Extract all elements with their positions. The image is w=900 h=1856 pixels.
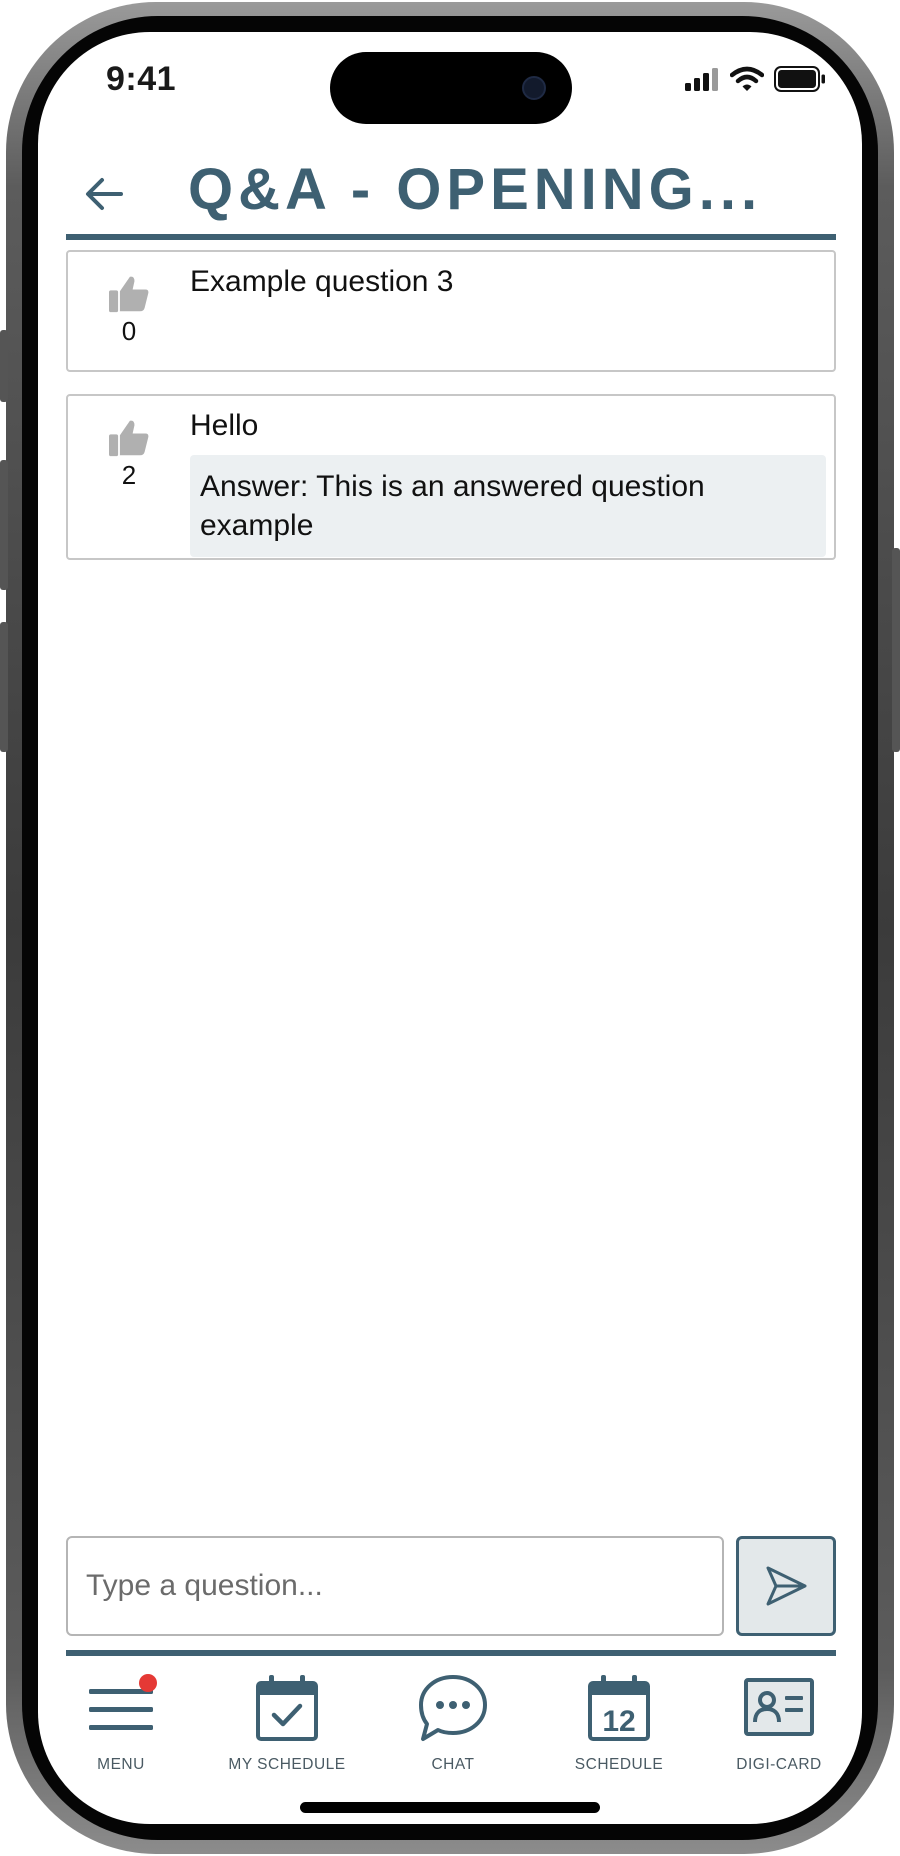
- nav-item-digi-card[interactable]: DIGI-CARD: [696, 1672, 862, 1774]
- question-card: 0 Example question 3: [66, 250, 836, 372]
- upvote-button[interactable]: 2: [68, 396, 190, 558]
- calendar-day-text: 12: [602, 1705, 635, 1738]
- nav-label: SCHEDULE: [574, 1756, 664, 1773]
- nav-divider: [66, 1650, 836, 1656]
- send-button[interactable]: [736, 1536, 836, 1636]
- volume-up-button: [0, 460, 8, 590]
- phone-screen: 9:41 Q&A - OPENING... 0 Example question…: [38, 32, 862, 1824]
- action-button: [0, 330, 8, 402]
- answer-box: Answer: This is an answered question exa…: [190, 455, 826, 557]
- calendar-check-icon: [256, 1675, 318, 1741]
- status-time: 9:41: [106, 60, 177, 98]
- wifi-icon: [730, 66, 764, 91]
- vote-count: 0: [121, 316, 137, 346]
- question-card: 2 Hello Answer: This is an answered ques…: [66, 394, 836, 560]
- header-divider: [66, 234, 836, 240]
- status-icons: [684, 66, 826, 92]
- vote-count: 2: [121, 460, 137, 490]
- nav-item-my-schedule[interactable]: MY SCHEDULE: [204, 1672, 370, 1774]
- chat-bubble-icon: [419, 1675, 487, 1741]
- thumbs-up-icon: [109, 276, 149, 313]
- volume-down-button: [0, 622, 8, 752]
- home-indicator: [300, 1802, 600, 1813]
- battery-icon: [774, 66, 825, 92]
- nav-item-menu[interactable]: MENU: [38, 1672, 204, 1774]
- dynamic-island: [330, 52, 572, 124]
- question-text: Example question 3: [190, 265, 454, 298]
- nav-label: CHAT: [431, 1756, 475, 1773]
- nav-item-schedule[interactable]: 12 SCHEDULE: [536, 1672, 702, 1774]
- upvote-button[interactable]: 0: [68, 252, 190, 370]
- back-arrow-icon: [86, 178, 123, 210]
- back-button[interactable]: [74, 164, 134, 224]
- calendar-12-icon: 12: [588, 1675, 650, 1741]
- nav-item-chat[interactable]: CHAT: [370, 1672, 536, 1774]
- question-input[interactable]: [66, 1536, 724, 1636]
- send-icon: [766, 1566, 807, 1606]
- front-camera: [522, 76, 546, 100]
- question-body: Example question 3: [190, 252, 834, 370]
- notification-badge: [139, 1674, 157, 1692]
- nav-label: DIGI-CARD: [736, 1756, 822, 1773]
- contact-card-icon: [744, 1678, 814, 1736]
- nav-label: MY SCHEDULE: [228, 1756, 346, 1773]
- cellular-signal-icon: [685, 68, 718, 91]
- bottom-nav: MENU MY SCHEDULE CHAT 12 SCHEDULE DIGI-C…: [38, 1664, 862, 1784]
- power-button: [892, 548, 900, 752]
- page-title: Q&A - OPENING...: [188, 157, 763, 222]
- question-text: Hello: [190, 409, 259, 442]
- thumbs-up-icon: [109, 420, 149, 457]
- question-list: 0 Example question 3 2 Hello Answer: Thi…: [66, 250, 836, 582]
- question-body: Hello Answer: This is an answered questi…: [190, 396, 834, 558]
- nav-label: MENU: [97, 1756, 145, 1773]
